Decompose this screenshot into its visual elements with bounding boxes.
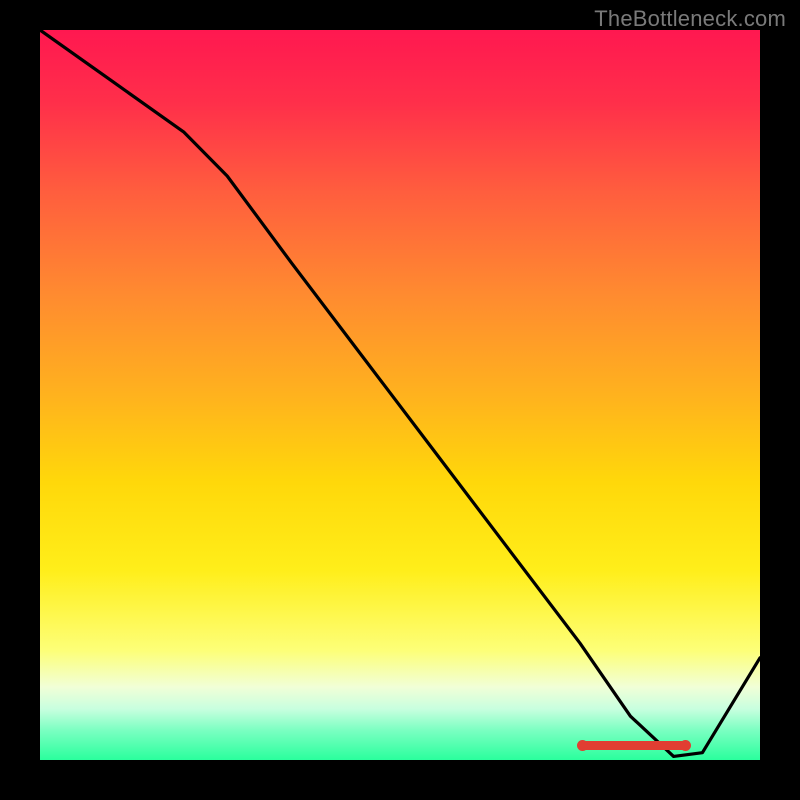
dot-icon — [611, 742, 619, 750]
chart-frame: TheBottleneck.com — [0, 0, 800, 800]
dot-icon — [649, 742, 657, 750]
bottleneck-curve-path — [40, 30, 760, 756]
plot-area — [40, 30, 760, 760]
attribution-label: TheBottleneck.com — [594, 6, 786, 32]
dot-icon — [591, 742, 599, 750]
dot-icon — [669, 742, 677, 750]
optimal-range-dots — [580, 741, 688, 750]
dot-icon — [630, 742, 638, 750]
curve-svg — [40, 30, 760, 760]
